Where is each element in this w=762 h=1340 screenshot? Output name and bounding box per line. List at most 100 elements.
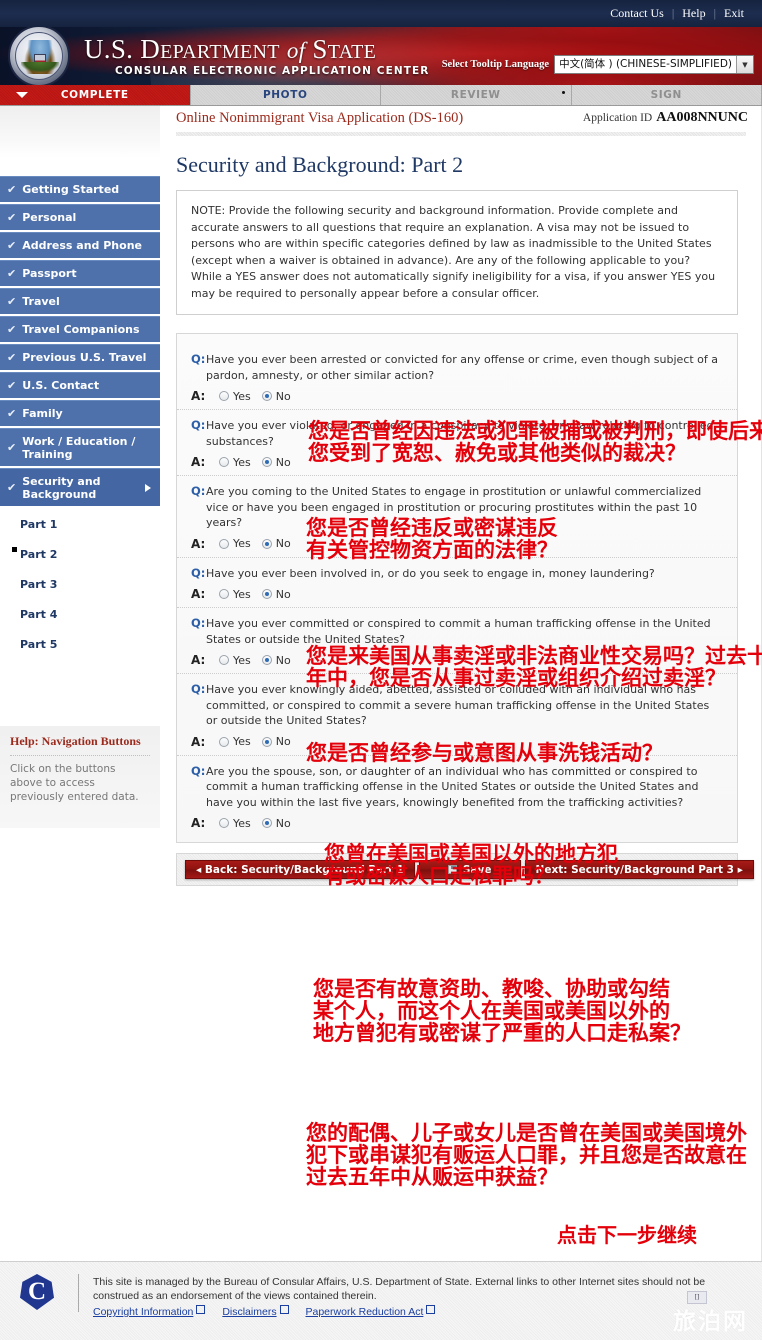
step-photo[interactable]: PHOTO [191,85,382,105]
application-id-label: Application ID [583,112,652,124]
chevron-right-icon [145,484,151,492]
note-box: NOTE: Provide the following security and… [176,190,738,315]
sidebar-item-travel[interactable]: ✔Travel [0,288,160,314]
sidebar-item-address-and-phone[interactable]: ✔Address and Phone [0,232,160,258]
copyright-information-link[interactable]: Copyright Information [93,1306,205,1318]
tooltip-language-select[interactable]: 中文(简体 ) (CHINESE-SIMPLIFIED) ▼ [554,55,754,74]
page-title: Security and Background: Part 2 [160,136,762,190]
consular-affairs-seal-icon: C [20,1274,54,1310]
help-link[interactable]: Help [674,6,713,20]
sidebar-subitem-label: Part 3 [20,578,57,591]
banner-title-of: of [287,38,306,63]
step-marker-dot-icon [562,91,565,94]
external-link-icon [280,1305,289,1314]
disclaimers-link[interactable]: Disclaimers [222,1306,288,1318]
radio-no-2[interactable]: No [262,456,291,469]
radio-icon[interactable] [219,655,229,665]
banner-title-us: U.S. D [84,34,160,64]
question-text: Have you ever been arrested or convicted… [206,352,723,383]
check-icon: ✔ [7,441,16,454]
sidebar-item-family[interactable]: ✔Family [0,400,160,426]
annotation-next-hint: 点击下一步继续 [557,1224,697,1246]
radio-icon[interactable] [219,737,229,747]
radio-yes-label: Yes [233,456,251,469]
sidebar-item-previous-us-travel[interactable]: ✔Previous U.S. Travel [0,344,160,370]
radio-yes-4[interactable]: Yes [219,588,251,601]
radio-icon-selected[interactable] [262,655,272,665]
help-panel: Help: Navigation Buttons Click on the bu… [0,726,160,828]
radio-no-7[interactable]: No [262,817,291,830]
radio-yes-1[interactable]: Yes [219,390,251,403]
radio-yes-2[interactable]: Yes [219,456,251,469]
sidebar-subitem-label: Part 5 [20,638,57,651]
sidebar-subnav: Part 1 Part 2 Part 3 Part 4 Part 5 [0,509,160,659]
radio-no-1[interactable]: No [262,390,291,403]
sidebar-subitem-part-2[interactable]: Part 2 [0,539,160,569]
sidebar: ✔Getting Started ✔Personal ✔Address and … [0,106,160,1261]
annotation-question-1: 您是否曾经因违法或犯罪被捕或被判刑，即使后来 您受到了宽恕、赦免或其他类似的裁决… [308,420,762,464]
sidebar-item-label: Getting Started [22,183,119,196]
divider [78,1274,79,1312]
banner-title: U.S. DEPARTMENT of STATE [84,34,376,65]
question-block-4: Q: Have you ever been involved in, or do… [177,558,737,609]
exit-link[interactable]: Exit [716,6,752,20]
sidebar-item-us-contact[interactable]: ✔U.S. Contact [0,372,160,398]
paperwork-reduction-act-link[interactable]: Paperwork Reduction Act [306,1306,436,1318]
radio-icon-selected[interactable] [262,818,272,828]
application-title: Online Nonimmigrant Visa Application (DS… [176,110,463,127]
sidebar-item-work-education-training[interactable]: ✔Work / Education / Training [0,428,160,466]
radio-icon[interactable] [219,539,229,549]
sidebar-item-travel-companions[interactable]: ✔Travel Companions [0,316,160,342]
radio-no-label: No [276,735,291,748]
sidebar-subitem-part-4[interactable]: Part 4 [0,599,160,629]
question-label: Q: [191,352,206,383]
sidebar-subitem-label: Part 1 [20,518,57,531]
radio-no-6[interactable]: No [262,735,291,748]
radio-no-4[interactable]: No [262,588,291,601]
sidebar-item-label: Family [22,407,62,420]
sidebar-item-security-and-background[interactable]: ✔Security and Background [0,468,160,506]
radio-yes-6[interactable]: Yes [219,735,251,748]
radio-icon-selected[interactable] [262,391,272,401]
banner-subtitle: CONSULAR ELECTRONIC APPLICATION CENTER [115,65,430,77]
radio-no-label: No [276,390,291,403]
radio-yes-3[interactable]: Yes [219,537,251,550]
sidebar-item-personal[interactable]: ✔Personal [0,204,160,230]
step-sign[interactable]: SIGN [572,85,762,105]
radio-icon-selected[interactable] [262,539,272,549]
sidebar-subitem-part-3[interactable]: Part 3 [0,569,160,599]
chevron-down-icon[interactable]: ▼ [736,56,753,73]
step-review[interactable]: REVIEW [381,85,572,105]
radio-icon-selected[interactable] [262,589,272,599]
sidebar-subitem-part-5[interactable]: Part 5 [0,629,160,659]
step-complete[interactable]: COMPLETE [0,85,191,105]
seal-eagle [24,40,56,74]
question-text: Are you the spouse, son, or daughter of … [206,764,723,811]
contact-us-link[interactable]: Contact Us [602,6,672,20]
radio-icon[interactable] [219,391,229,401]
copyright-information-label: Copyright Information [93,1306,193,1318]
radio-no-5[interactable]: No [262,654,291,667]
radio-icon-selected[interactable] [262,737,272,747]
sidebar-item-label: Passport [22,267,76,280]
main-content: Online Nonimmigrant Visa Application (DS… [160,106,762,886]
check-icon: ✔ [7,379,16,392]
radio-icon[interactable] [219,589,229,599]
answer-row: A: Yes No [191,389,723,403]
sidebar-subitem-label: Part 4 [20,608,57,621]
radio-icon[interactable] [219,457,229,467]
radio-yes-7[interactable]: Yes [219,817,251,830]
radio-no-label: No [276,456,291,469]
question-label: Q: [191,682,206,729]
footer-links: Copyright Information Disclaimers Paperw… [93,1305,733,1319]
radio-yes-label: Yes [233,588,251,601]
sidebar-subitem-part-1[interactable]: Part 1 [0,509,160,539]
step-sign-label: SIGN [651,89,682,101]
radio-icon-selected[interactable] [262,457,272,467]
sidebar-item-getting-started[interactable]: ✔Getting Started [0,176,160,202]
radio-icon[interactable] [219,818,229,828]
radio-yes-5[interactable]: Yes [219,654,251,667]
sidebar-item-passport[interactable]: ✔Passport [0,260,160,286]
sidebar-item-label: Address and Phone [22,239,142,252]
radio-no-3[interactable]: No [262,537,291,550]
